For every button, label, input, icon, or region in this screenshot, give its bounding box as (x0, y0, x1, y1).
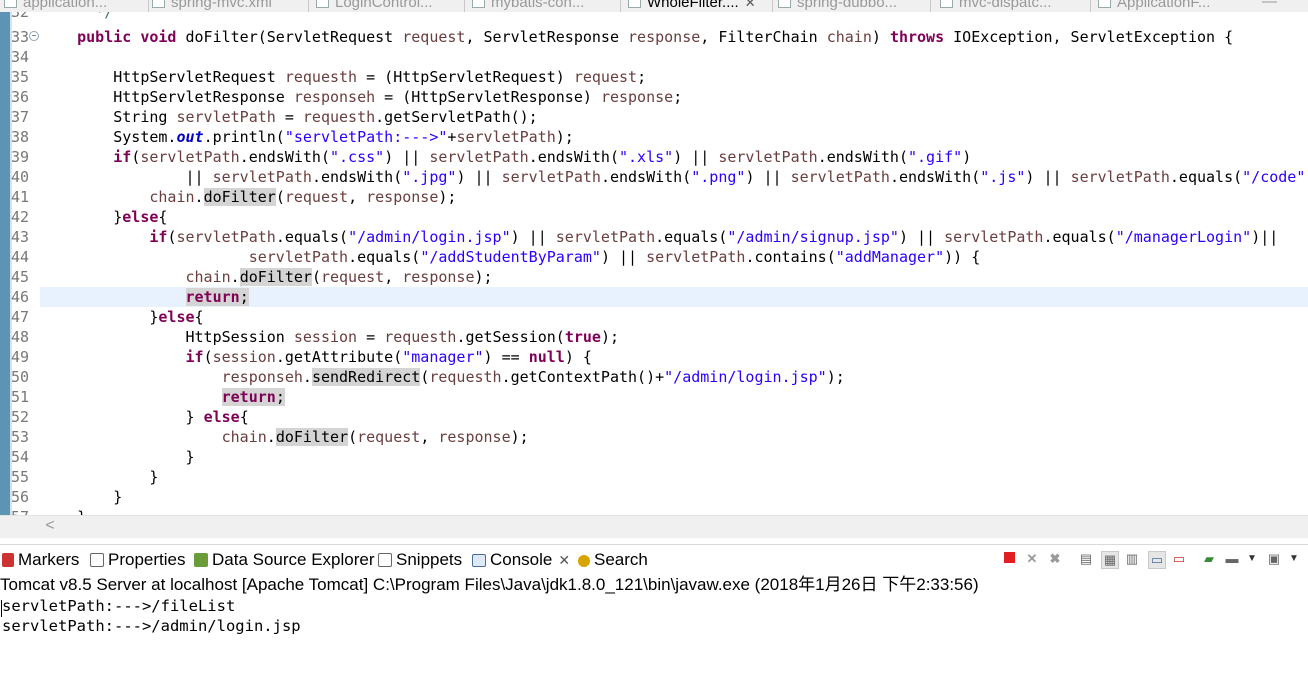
console-icon (472, 554, 486, 567)
view-menu-icon[interactable]: ▼ (1286, 551, 1302, 567)
editor-tab-bar: application... spring-mvc.xml LoginContr… (0, 0, 1308, 12)
code-line: 47 }else{ (11, 308, 204, 326)
tab-properties[interactable]: Properties (90, 549, 185, 571)
terminate-icon[interactable] (1001, 551, 1017, 567)
clear-console-icon[interactable]: ▤ (1078, 551, 1094, 567)
markers-icon (2, 553, 14, 567)
data-source-icon (194, 553, 208, 567)
editor-tab-application[interactable]: application... (4, 0, 107, 11)
close-icon[interactable]: ✕ (745, 0, 756, 10)
code-line: 54 } (11, 448, 195, 466)
chevron-down-icon[interactable]: ▼ (1244, 551, 1260, 567)
code-line: 32 */ (11, 12, 114, 21)
code-line: 43 if(servletPath.equals("/admin/login.j… (11, 228, 1279, 246)
show-stdout-icon[interactable]: ▭ (1148, 551, 1166, 569)
text-caret (1, 600, 2, 617)
code-line: 48 HttpSession session = requesth.getSes… (11, 328, 619, 346)
fold-collapse-icon[interactable]: − (29, 31, 39, 41)
code-line: 36 HttpServletResponse responseh = (Http… (11, 88, 683, 106)
xml-file-icon (472, 0, 485, 8)
class-file-icon (1098, 0, 1111, 8)
code-line: 52 } else{ (11, 408, 249, 426)
minimize-icon[interactable]: — (1262, 0, 1277, 11)
code-line: 37 String servletPath = requesth.getServ… (11, 108, 538, 126)
editor-tab-logincontroller[interactable]: LoginControl... (316, 0, 433, 11)
editor-tab-spring-mvc[interactable]: spring-mvc.xml (152, 0, 272, 11)
tab-data-source-explorer[interactable]: Data Source Explorer (194, 549, 375, 571)
code-line: 44 servletPath.equals("/addStudentByPara… (11, 248, 981, 266)
panel-tab-bar: Markers Properties Data Source Explorer … (0, 544, 1308, 573)
editor-tab-mybatis[interactable]: mybatis-con... (472, 0, 584, 11)
editor-tab-spring-dubbo[interactable]: spring-dubbo... (778, 0, 897, 11)
remove-launch-icon[interactable]: ✕ (1024, 551, 1040, 567)
code-line: 35 HttpServletRequest requesth = (HttpSe… (11, 68, 647, 86)
tab-console[interactable]: Console ✕ (472, 549, 571, 571)
code-line: 38 System.out.println("servletPath:--->"… (11, 128, 574, 146)
code-line: 50 responseh.sendRedirect(requesth.getCo… (11, 368, 845, 386)
console-line: servletPath:--->/fileList (2, 597, 236, 615)
console-line: servletPath:--->/admin/login.jsp (2, 617, 301, 635)
close-icon[interactable]: ✕ (558, 552, 570, 568)
properties-icon (90, 553, 104, 567)
code-line: 46 return; (11, 288, 249, 306)
code-line: 53 chain.doFilter(request, response); (11, 428, 529, 446)
code-line: 41 chain.doFilter(request, response); (11, 188, 457, 206)
tab-search[interactable]: Search (578, 549, 648, 571)
code-line: 34 (11, 48, 30, 66)
code-line: 55 } (11, 468, 159, 486)
code-line: 33− public void doFilter(ServletRequest … (11, 28, 1234, 46)
code-line: 39 if(servletPath.endsWith(".css") || se… (11, 148, 972, 166)
tab-markers[interactable]: Markers (2, 549, 79, 571)
horizontal-scrollbar[interactable]: < (0, 515, 1308, 538)
xml-file-icon (4, 0, 17, 8)
scroll-lock-icon[interactable]: ▦ (1101, 551, 1119, 569)
display-console-icon[interactable]: ▬ (1224, 551, 1240, 567)
xml-file-icon (940, 0, 953, 8)
pin-console-icon[interactable]: ▰ (1201, 551, 1217, 567)
xml-file-icon (152, 0, 165, 8)
xml-file-icon (778, 0, 791, 8)
editor-tab-applicationf[interactable]: ApplicationF... (1098, 0, 1210, 11)
code-line: 51 return; (11, 388, 285, 406)
snippets-icon (378, 553, 392, 567)
remove-all-icon[interactable]: ✖ (1047, 551, 1063, 567)
search-icon (578, 555, 590, 567)
code-line: 49 if(session.getAttribute("manager") ==… (11, 348, 592, 366)
console-output[interactable]: servletPath:--->/fileList servletPath:--… (0, 596, 1308, 688)
code-editor[interactable]: 32 */ 33− public void doFilter(ServletRe… (0, 12, 1308, 515)
scroll-left-icon[interactable]: < (42, 516, 58, 538)
open-console-icon[interactable]: ▣ (1266, 551, 1282, 567)
editor-tab-wholefilter[interactable]: WholeFilter.... ✕ (628, 0, 756, 11)
code-line: 57 } (0, 507, 1308, 515)
show-stderr-icon[interactable]: ▭ (1171, 551, 1187, 567)
tab-snippets[interactable]: Snippets (378, 549, 462, 571)
code-line: 45 chain.doFilter(request, response); (11, 268, 493, 286)
console-process-label: Tomcat v8.5 Server at localhost [Apache … (0, 575, 979, 594)
code-line: 56 } (11, 488, 123, 506)
word-wrap-icon[interactable]: ▥ (1124, 551, 1140, 567)
code-line: 40 || servletPath.endsWith(".jpg") || se… (11, 168, 1308, 186)
code-line: 42 }else{ (11, 208, 168, 226)
java-file-icon (628, 0, 641, 8)
editor-tab-mvc-dispatcher[interactable]: mvc-dispatc... (940, 0, 1052, 11)
java-file-icon (316, 0, 329, 8)
